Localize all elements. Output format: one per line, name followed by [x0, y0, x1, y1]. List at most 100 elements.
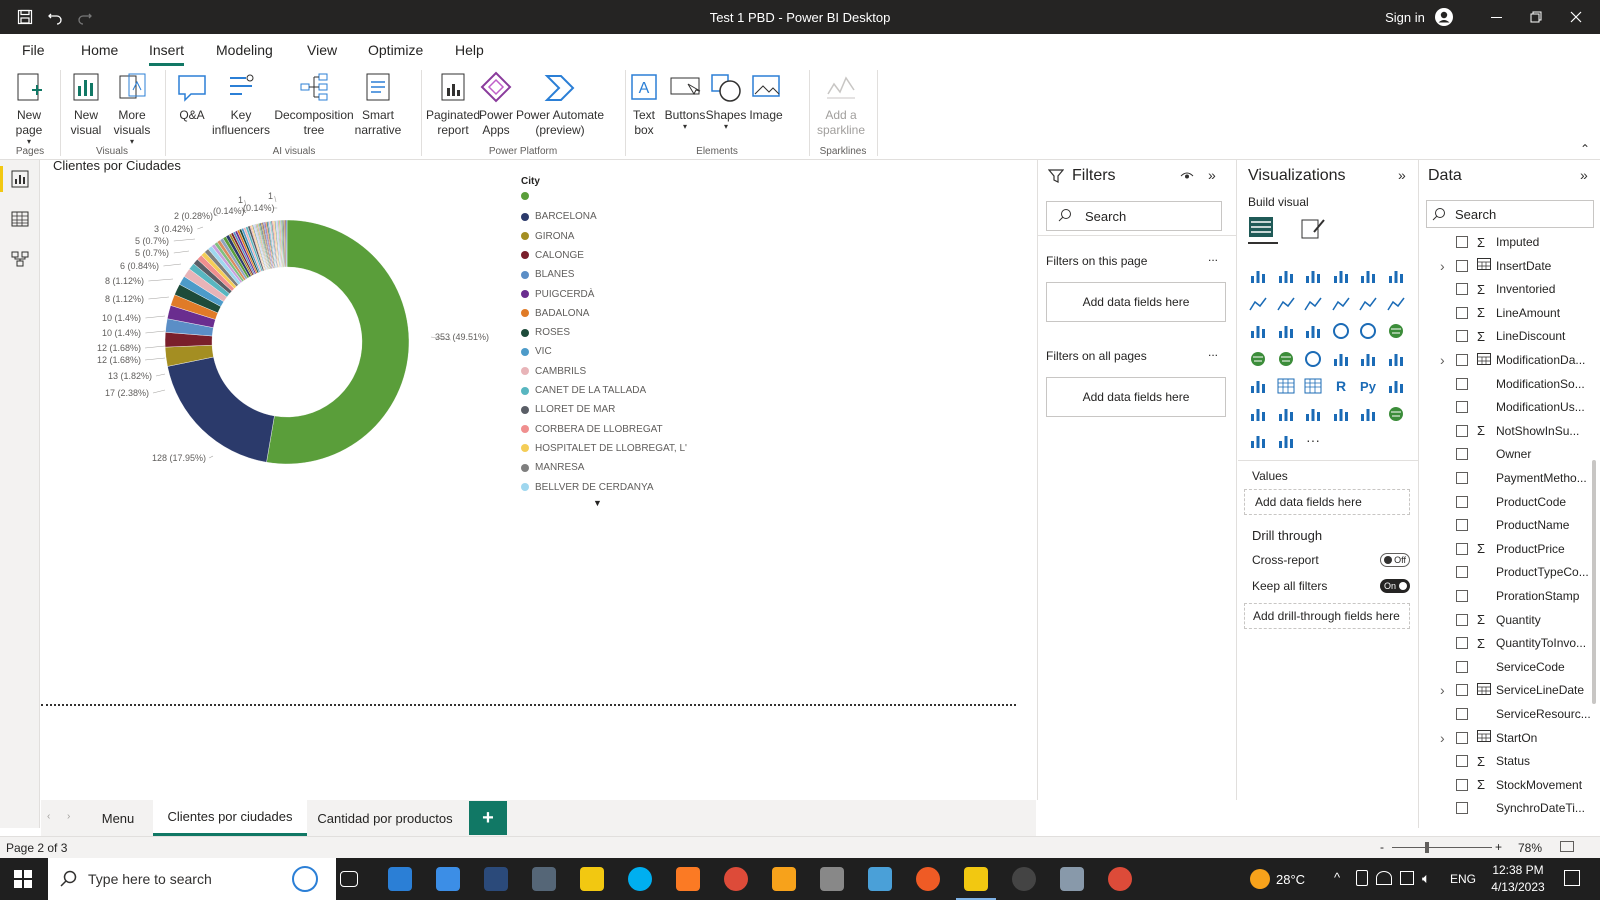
- page-tab-menu[interactable]: Menu: [85, 800, 151, 836]
- minimize-icon[interactable]: [1476, 0, 1516, 34]
- obs-icon[interactable]: [1012, 867, 1036, 891]
- new-visual-button[interactable]: New visual: [64, 70, 108, 138]
- file-explorer-icon[interactable]: [580, 867, 604, 891]
- key-influencers-visual-icon[interactable]: [1386, 376, 1406, 396]
- battery-icon[interactable]: [1356, 870, 1368, 886]
- legend-item[interactable]: BLANES: [521, 269, 574, 280]
- next-page-icon[interactable]: ›: [67, 811, 70, 822]
- page-tab-cantidad-por-productos[interactable]: Cantidad por productos: [309, 800, 461, 836]
- field-item[interactable]: ModificationUs...: [1420, 395, 1592, 419]
- map-icon[interactable]: [1248, 349, 1268, 369]
- donut-chart-icon[interactable]: [1358, 321, 1378, 341]
- filters-page-well[interactable]: Add data fields here: [1046, 282, 1226, 322]
- field-item[interactable]: Σ LineDiscount: [1420, 324, 1592, 348]
- decomposition-tree-button[interactable]: Decomposition tree: [272, 70, 356, 138]
- windows-start-icon[interactable]: [14, 870, 32, 893]
- power-apps-button[interactable]: Power Apps: [478, 70, 514, 138]
- text-box-button[interactable]: A Text box: [627, 70, 661, 138]
- field-item[interactable]: Σ StockMovement: [1420, 773, 1592, 797]
- model-view-icon[interactable]: [11, 250, 29, 273]
- undo-icon[interactable]: [44, 0, 66, 34]
- scatter-chart-icon[interactable]: [1303, 321, 1323, 341]
- field-checkbox[interactable]: [1456, 495, 1468, 508]
- field-item[interactable]: › ModificationDa...: [1420, 348, 1592, 372]
- restore-icon[interactable]: [1516, 0, 1556, 34]
- legend-item[interactable]: ROSES: [521, 327, 570, 338]
- close-icon[interactable]: [1556, 0, 1596, 34]
- 100-stacked-column-chart-icon[interactable]: [1386, 266, 1406, 286]
- field-item[interactable]: Σ Quantity: [1420, 608, 1592, 632]
- zoom-out-icon[interactable]: -: [1380, 840, 1384, 854]
- field-checkbox[interactable]: [1456, 566, 1468, 579]
- power-automate-button[interactable]: Power Automate (preview): [515, 70, 605, 138]
- zoom-slider-thumb[interactable]: [1425, 842, 1429, 853]
- field-item[interactable]: ServiceCode: [1420, 655, 1592, 679]
- field-checkbox[interactable]: [1456, 472, 1468, 484]
- paginated-report-visual-icon[interactable]: [1358, 404, 1378, 424]
- sign-in-link[interactable]: Sign in: [1380, 0, 1430, 34]
- legend-scroll-down-icon[interactable]: ▼: [593, 498, 602, 508]
- drill-through-well[interactable]: Add drill-through fields here: [1244, 603, 1410, 629]
- slicer-icon[interactable]: [1248, 376, 1268, 396]
- field-item[interactable]: ModificationSo...: [1420, 372, 1592, 396]
- tray-chevron-icon[interactable]: ^: [1334, 870, 1340, 885]
- network-icon[interactable]: [1376, 871, 1392, 885]
- field-checkbox[interactable]: [1456, 259, 1468, 272]
- field-checkbox[interactable]: [1456, 236, 1468, 248]
- donut-slice[interactable]: [266, 219, 410, 465]
- page-tab-clientes-por-ciudades[interactable]: Clientes por ciudades: [153, 800, 307, 836]
- field-checkbox[interactable]: [1456, 519, 1468, 532]
- bing-icon[interactable]: [292, 866, 318, 892]
- clustered-bar-chart-icon[interactable]: [1303, 266, 1323, 286]
- filters-search-input[interactable]: Search: [1046, 201, 1222, 231]
- collapse-ribbon-icon[interactable]: ⌃: [1580, 142, 1590, 156]
- redo-icon[interactable]: [74, 0, 96, 34]
- gauge-icon[interactable]: [1303, 349, 1323, 369]
- app-icon[interactable]: [820, 867, 844, 891]
- drive-icon[interactable]: [1400, 871, 1414, 885]
- field-item[interactable]: PaymentMetho...: [1420, 466, 1592, 490]
- input-language[interactable]: ENG: [1450, 872, 1476, 886]
- field-checkbox[interactable]: [1456, 684, 1468, 697]
- chrome-icon[interactable]: [724, 867, 748, 891]
- table-view-icon[interactable]: [11, 210, 29, 233]
- card-icon[interactable]: [1331, 349, 1351, 369]
- buttons-button[interactable]: Buttons ▾: [665, 70, 705, 131]
- field-item[interactable]: Σ NotShowInSu...: [1420, 419, 1592, 443]
- field-checkbox[interactable]: [1456, 306, 1468, 319]
- account-icon[interactable]: [1432, 0, 1456, 34]
- r-script-visual-icon[interactable]: R: [1331, 376, 1351, 396]
- add-sparkline-button[interactable]: Add a sparkline: [812, 70, 870, 138]
- legend-item[interactable]: CORBERA DE LLOBREGAT: [521, 424, 663, 435]
- line-and-stacked-column-chart-icon[interactable]: [1331, 294, 1351, 314]
- field-checkbox[interactable]: [1456, 424, 1468, 437]
- chevron-right-icon[interactable]: ›: [1440, 258, 1445, 274]
- values-well[interactable]: Add data fields here: [1244, 489, 1410, 515]
- menu-help[interactable]: Help: [455, 34, 484, 66]
- app-icon[interactable]: [532, 867, 556, 891]
- volume-icon[interactable]: 🔈︎: [1422, 870, 1430, 887]
- legend-item[interactable]: BADALONA: [521, 308, 589, 319]
- field-checkbox[interactable]: [1456, 708, 1468, 720]
- multi-row-card-icon[interactable]: [1358, 349, 1378, 369]
- menu-insert[interactable]: Insert: [149, 34, 185, 66]
- chevron-right-icon[interactable]: ›: [1440, 352, 1445, 368]
- legend-item[interactable]: HOSPITALET DE LLOBREGAT, L': [521, 443, 687, 454]
- metrics-icon[interactable]: [1331, 404, 1351, 424]
- field-checkbox[interactable]: [1456, 660, 1468, 673]
- area-chart-icon[interactable]: [1276, 294, 1296, 314]
- legend-item[interactable]: [521, 192, 535, 200]
- app-icon[interactable]: [484, 867, 508, 891]
- menu-view[interactable]: View: [307, 34, 337, 66]
- legend-item[interactable]: BELLVER DE CERDANYA: [521, 482, 654, 493]
- field-checkbox[interactable]: [1456, 590, 1468, 602]
- funnel-chart-icon[interactable]: [1276, 321, 1296, 341]
- smart-narrative-button[interactable]: Smart narrative: [355, 70, 401, 138]
- field-checkbox[interactable]: [1456, 778, 1468, 791]
- taskbar-search-box[interactable]: Type here to search: [48, 858, 336, 900]
- skype-icon[interactable]: [628, 867, 652, 891]
- clustered-column-chart-icon[interactable]: [1331, 266, 1351, 286]
- stacked-column-chart-icon[interactable]: [1276, 266, 1296, 286]
- power-apps-visual-icon[interactable]: [1248, 431, 1268, 451]
- build-visual-tab-icon[interactable]: [1248, 216, 1278, 244]
